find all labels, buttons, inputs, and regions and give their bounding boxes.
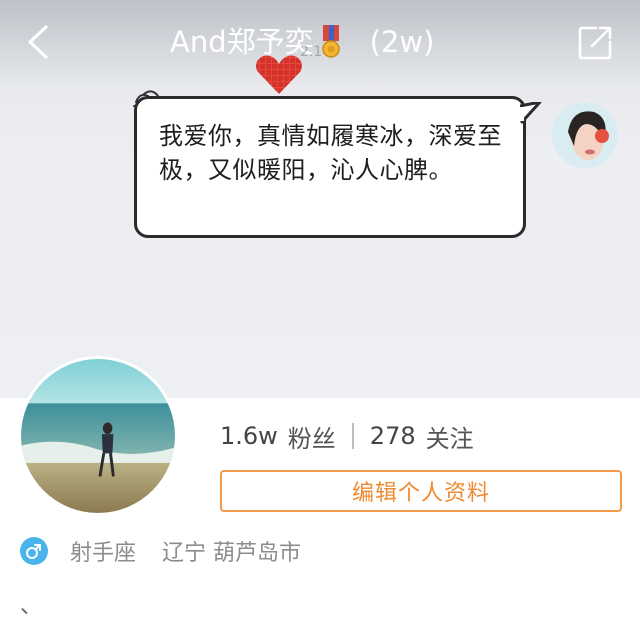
followers-label: 粉丝 <box>287 424 336 453</box>
stats-divider <box>351 423 354 449</box>
location: 辽宁 葫芦岛市 <box>162 541 302 566</box>
following-stat[interactable]: 278 关注 <box>370 419 474 454</box>
profile-avatar[interactable] <box>18 356 178 516</box>
profile-info-row: 射手座 辽宁 葫芦岛市 <box>20 536 301 566</box>
medal-icon <box>321 25 340 58</box>
edit-profile-button[interactable]: 编辑个人资料 <box>220 470 622 512</box>
heart-icon <box>256 55 302 94</box>
followers-stat[interactable]: 1.6w 粉丝 <box>220 419 336 454</box>
following-label: 关注 <box>425 424 474 453</box>
follower-count-short: (2w) <box>369 25 435 59</box>
small-avatar <box>552 102 618 168</box>
share-icon[interactable] <box>576 24 614 62</box>
bubble-tail <box>520 102 542 124</box>
bubble-text: 我爱你，真情如履寒冰，深爱至极，又似暖阳，沁人心脾。 <box>159 122 502 184</box>
speech-bubble: 我爱你，真情如履寒冰，深爱至极，又似暖阳，沁人心脾。 <box>134 96 526 238</box>
male-gender-icon <box>20 537 48 565</box>
constellation: 射手座 <box>70 541 137 566</box>
profile-stats: 1.6w 粉丝 278 关注 <box>220 418 474 454</box>
following-count: 278 <box>369 422 416 450</box>
followers-count: 1.6w <box>220 422 278 450</box>
back-icon[interactable] <box>24 24 54 60</box>
bio-text: 、 <box>20 594 43 619</box>
